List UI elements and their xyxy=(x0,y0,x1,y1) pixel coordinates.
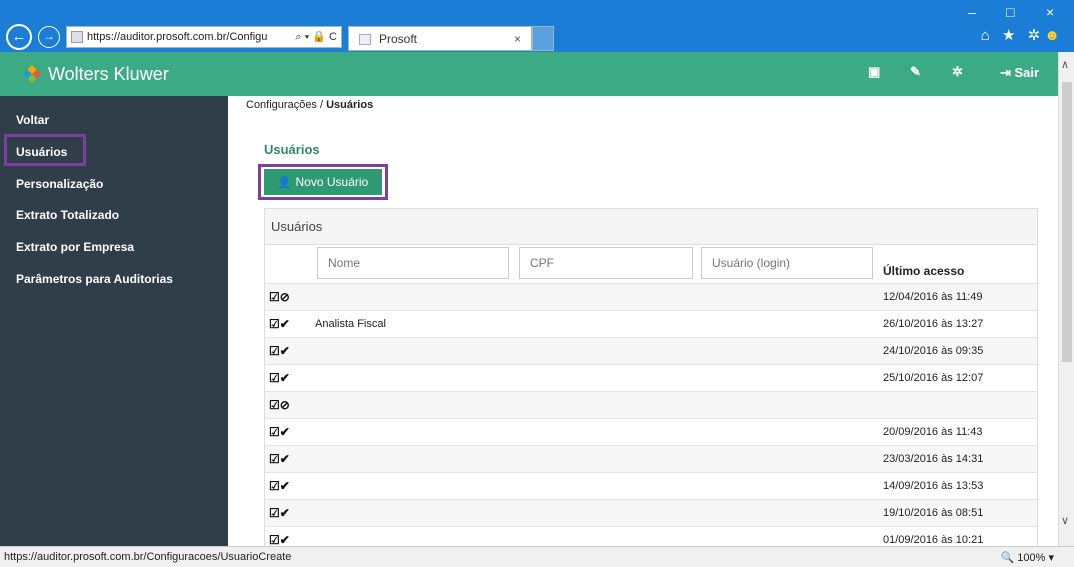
address-actions[interactable]: ⌕ ▾ 🔒 C xyxy=(291,27,337,47)
table-row: ☑⊘ 12/04/2016 às 11:49 xyxy=(265,283,1037,310)
address-bar[interactable]: https://auditor.prosoft.com.br/Configu ⌕… xyxy=(66,26,342,48)
logout-icon: ⇥ xyxy=(1000,65,1015,80)
edit-icon[interactable]: ☑ xyxy=(269,344,280,358)
table-row: ☑✔ 23/03/2016 às 14:31 xyxy=(265,445,1037,472)
user-icon: 👤 xyxy=(277,177,292,189)
tab-title: Prosoft xyxy=(379,32,418,46)
row-last-access: 14/09/2016 às 13:53 xyxy=(883,480,984,492)
sidebar-item-extrato-totalizado[interactable]: Extrato Totalizado xyxy=(16,208,119,222)
row-last-access: 12/04/2016 às 11:49 xyxy=(883,291,983,303)
filter-usuario-input[interactable] xyxy=(701,247,873,279)
sidebar-item-voltar[interactable]: Voltar xyxy=(16,113,49,127)
new-user-label: Novo Usuário xyxy=(295,175,369,189)
brand-name: Wolters Kluwer xyxy=(48,64,169,84)
table-row: ☑✔ 20/09/2016 às 11:43 xyxy=(265,418,1037,445)
breadcrumb-parent[interactable]: Configurações / xyxy=(246,99,326,111)
status-bar: https://auditor.prosoft.com.br/Configura… xyxy=(0,546,1074,567)
row-last-access: 19/10/2016 às 08:51 xyxy=(883,507,984,519)
gears-icon[interactable]: ✲ xyxy=(952,64,963,80)
tab-favicon-icon xyxy=(359,34,371,45)
row-last-access: 25/10/2016 às 12:07 xyxy=(883,372,984,384)
blocked-icon[interactable]: ⊘ xyxy=(280,290,290,304)
table-row: ☑✔ 25/10/2016 às 12:07 xyxy=(265,364,1037,391)
book-icon[interactable]: ▣ xyxy=(868,64,880,80)
check-icon[interactable]: ✔ xyxy=(280,371,290,385)
page-title: Usuários xyxy=(264,142,320,157)
edit-icon[interactable]: ☑ xyxy=(269,317,280,331)
row-last-access: 01/09/2016 às 10:21 xyxy=(883,534,984,546)
table-row: ☑✔ 19/10/2016 às 08:51 xyxy=(265,499,1037,526)
app-header: Wolters Kluwer ▣ ✎ ✲ ⇥ Sair xyxy=(0,52,1058,96)
new-tab-button[interactable] xyxy=(532,26,554,51)
check-icon[interactable]: ✔ xyxy=(280,317,290,331)
check-icon[interactable]: ✔ xyxy=(280,344,290,358)
zoom-icon: 🔍 xyxy=(1000,552,1015,564)
address-url: https://auditor.prosoft.com.br/Configu xyxy=(87,31,268,43)
brand-logo[interactable]: Wolters Kluwer xyxy=(22,64,169,85)
row-last-access: 26/10/2016 às 13:27 xyxy=(883,318,984,330)
table-row: ☑✔ 24/10/2016 às 09:35 xyxy=(265,337,1037,364)
filter-nome-input[interactable] xyxy=(317,247,509,279)
sidebar-item-personalizacao[interactable]: Personalização xyxy=(16,177,103,191)
check-icon[interactable]: ✔ xyxy=(280,452,290,466)
filter-cpf-input[interactable] xyxy=(519,247,693,279)
row-nome: Analista Fiscal xyxy=(315,318,386,330)
wolters-kluwer-logo-icon xyxy=(22,64,42,84)
breadcrumb-current: Usuários xyxy=(326,99,374,111)
edit-icon[interactable]: ☑ xyxy=(269,506,280,520)
col-header-last-access[interactable]: Último acesso xyxy=(883,264,964,278)
browser-tab[interactable]: Prosoft × xyxy=(348,26,532,51)
status-url: https://auditor.prosoft.com.br/Configura… xyxy=(4,551,292,563)
edit-icon[interactable]: ☑ xyxy=(269,533,280,547)
edit-icon[interactable]: ☑ xyxy=(269,479,280,493)
edit-icon[interactable]: ☑ xyxy=(269,371,280,385)
edit-icon[interactable]: ☑ xyxy=(269,452,280,466)
row-last-access: 24/10/2016 às 09:35 xyxy=(883,345,984,357)
check-icon[interactable]: ✔ xyxy=(280,425,290,439)
tab-close-icon[interactable]: × xyxy=(514,27,521,51)
restore-icon[interactable]: □ xyxy=(1006,4,1014,20)
table-row: ☑✔ 14/09/2016 às 13:53 xyxy=(265,472,1037,499)
minimize-icon[interactable]: – xyxy=(968,4,976,20)
table-row: ☑✔ Analista Fiscal 26/10/2016 às 13:27 xyxy=(265,310,1037,337)
row-last-access: 23/03/2016 às 14:31 xyxy=(883,453,984,465)
page-scrollbar[interactable]: ∧ ∨ xyxy=(1058,52,1074,546)
check-icon[interactable]: ✔ xyxy=(280,506,290,520)
scroll-down-icon[interactable]: ∨ xyxy=(1061,514,1069,527)
window-close-icon[interactable]: × xyxy=(1046,4,1054,20)
edit-icon[interactable]: ☑ xyxy=(269,425,280,439)
wrench-icon[interactable]: ✎ xyxy=(910,64,921,80)
zoom-control[interactable]: 🔍 100% ▾ xyxy=(1001,551,1054,564)
logout-label: Sair xyxy=(1014,65,1040,80)
check-icon[interactable]: ✔ xyxy=(280,479,290,493)
zoom-level: 100% xyxy=(1017,552,1046,564)
scrollbar-thumb[interactable] xyxy=(1062,82,1072,362)
breadcrumb: Configurações / Usuários xyxy=(246,99,373,111)
page-favicon-icon xyxy=(71,31,83,43)
smiley-icon[interactable]: ☻ xyxy=(1044,27,1064,44)
sidebar-item-extrato-empresa[interactable]: Extrato por Empresa xyxy=(16,240,134,254)
browser-toolbar-icons[interactable]: ⌂ ★ ✲☻ xyxy=(981,26,1064,44)
check-icon[interactable]: ✔ xyxy=(280,533,290,547)
new-user-button[interactable]: 👤 Novo Usuário xyxy=(264,169,382,195)
edit-icon[interactable]: ☑ xyxy=(269,290,280,304)
back-icon[interactable]: ← xyxy=(6,24,32,50)
home-star-gear-icons[interactable]: ⌂ ★ ✲ xyxy=(981,27,1044,44)
users-table-body: ☑⊘ 12/04/2016 às 11:49 ☑✔ Analista Fiscal 2… xyxy=(265,283,1037,553)
row-last-access: 20/09/2016 às 11:43 xyxy=(883,426,983,438)
panel-title: Usuários xyxy=(265,209,1037,245)
usuarios-highlight-box xyxy=(4,134,86,166)
forward-icon[interactable]: → xyxy=(38,26,60,48)
blocked-icon[interactable]: ⊘ xyxy=(280,398,290,412)
scroll-up-icon[interactable]: ∧ xyxy=(1061,58,1069,71)
users-panel: Usuários Último acesso ☑⊘12/04/2016 às 1… xyxy=(264,208,1038,548)
sidebar-item-parametros[interactable]: Parâmetros para Auditorias xyxy=(16,272,173,286)
edit-icon[interactable]: ☑ xyxy=(269,398,280,412)
browser-chrome: ← → https://auditor.prosoft.com.br/Confi… xyxy=(0,0,1074,52)
logout-button[interactable]: ⇥ Sair xyxy=(1000,65,1039,81)
table-row: ☑⊘ xyxy=(265,391,1037,418)
